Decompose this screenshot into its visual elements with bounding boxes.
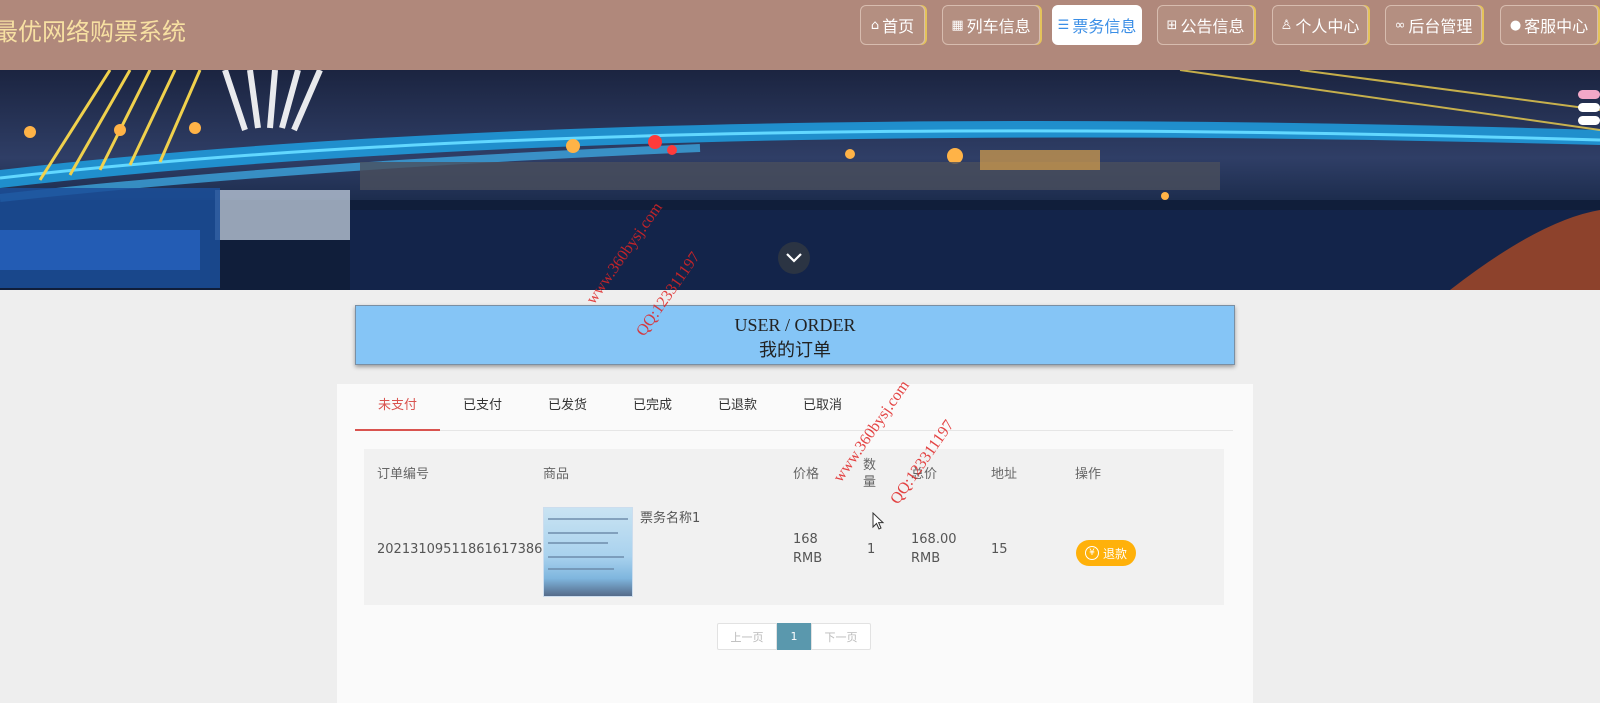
order-status-tabs: 未支付 已支付 已发货 已完成 已退款 已取消 (355, 384, 1233, 431)
col-price: 价格 (793, 466, 820, 482)
nav-ticket-info-label: 票务信息 (1072, 17, 1137, 36)
app-title: 最优网络购票系统 (0, 18, 186, 46)
nav-announcements[interactable]: ⊞ 公告信息 (1157, 5, 1254, 45)
hero-banner (0, 70, 1600, 290)
order-number: 20213109511861617386 (377, 541, 543, 557)
tab-paid[interactable]: 已支付 (440, 384, 525, 431)
gift-icon: ⊞ (1166, 17, 1178, 33)
page-title-en: USER / ORDER (734, 315, 856, 335)
link-icon: ∞ (1394, 17, 1406, 33)
nav-admin-label: 后台管理 (1408, 17, 1473, 36)
refund-button[interactable]: ¥ 退款 (1076, 540, 1136, 566)
scroll-down-button[interactable] (778, 242, 810, 274)
slide-dot[interactable] (1578, 116, 1600, 125)
refund-button-label: 退款 (1102, 546, 1127, 561)
chat-icon: ● (1509, 17, 1522, 33)
nav-personal-center-label: 个人中心 (1295, 17, 1360, 36)
nav-home[interactable]: ⌂ 首页 (860, 5, 925, 45)
tab-completed[interactable]: 已完成 (610, 384, 695, 431)
col-product: 商品 (543, 466, 570, 482)
pagination: 上一页 1 下一页 (717, 623, 871, 650)
slide-dot[interactable] (1578, 103, 1600, 112)
nav-home-label: 首页 (882, 17, 915, 36)
nav-personal-center[interactable]: ♙ 个人中心 (1272, 5, 1368, 45)
orders-panel: 未支付 已支付 已发货 已完成 已退款 已取消 订单编号 商品 价格 数量 总价… (337, 384, 1253, 703)
chevron-down-icon (786, 253, 802, 263)
nav-customer-service-label: 客服中心 (1524, 17, 1589, 36)
tab-refunded[interactable]: 已退款 (695, 384, 780, 431)
col-order-no: 订单编号 (377, 466, 430, 482)
sliders-icon: ☰ (1057, 17, 1070, 33)
home-icon: ⌂ (870, 17, 880, 33)
product-thumbnail[interactable] (543, 507, 633, 597)
page-title-box: USER / ORDER 我的订单 (355, 305, 1235, 365)
tab-cancelled[interactable]: 已取消 (780, 384, 865, 431)
page-1-button[interactable]: 1 (777, 623, 811, 650)
tab-shipped[interactable]: 已发货 (525, 384, 610, 431)
mouse-cursor-icon (872, 512, 885, 530)
col-address: 地址 (991, 466, 1018, 482)
slide-dot[interactable] (1578, 90, 1600, 99)
page-title-cn: 我的订单 (759, 340, 831, 360)
tab-unpaid[interactable]: 未支付 (355, 384, 440, 431)
nav-admin[interactable]: ∞ 后台管理 (1385, 5, 1482, 45)
col-action: 操作 (1075, 466, 1102, 482)
grid-icon: ▦ (951, 17, 964, 33)
nav-customer-service[interactable]: ● 客服中心 (1500, 5, 1598, 45)
slide-indicators[interactable] (1578, 90, 1600, 129)
yen-icon: ¥ (1084, 546, 1099, 560)
address-value: 15 (991, 541, 1008, 557)
orders-table: 订单编号 商品 价格 数量 总价 地址 操作 20213109511861617… (364, 449, 1224, 605)
nav-train-info-label: 列车信息 (966, 17, 1031, 36)
nav-train-info[interactable]: ▦ 列车信息 (942, 5, 1040, 45)
nav-announcements-label: 公告信息 (1180, 17, 1245, 36)
prev-page-button[interactable]: 上一页 (717, 623, 777, 650)
total-value: 168.00 RMB (911, 532, 957, 566)
user-icon: ♙ (1280, 17, 1293, 33)
price-value: 168 RMB (793, 532, 823, 566)
product-name[interactable]: 票务名称1 (640, 507, 700, 529)
next-page-button[interactable]: 下一页 (811, 623, 871, 650)
top-header: 最优网络购票系统 ⌂ 首页 ▦ 列车信息 ☰ 票务信息 ⊞ 公告信息 ♙ 个人中… (0, 0, 1600, 70)
nav-ticket-info[interactable]: ☰ 票务信息 (1052, 5, 1142, 45)
